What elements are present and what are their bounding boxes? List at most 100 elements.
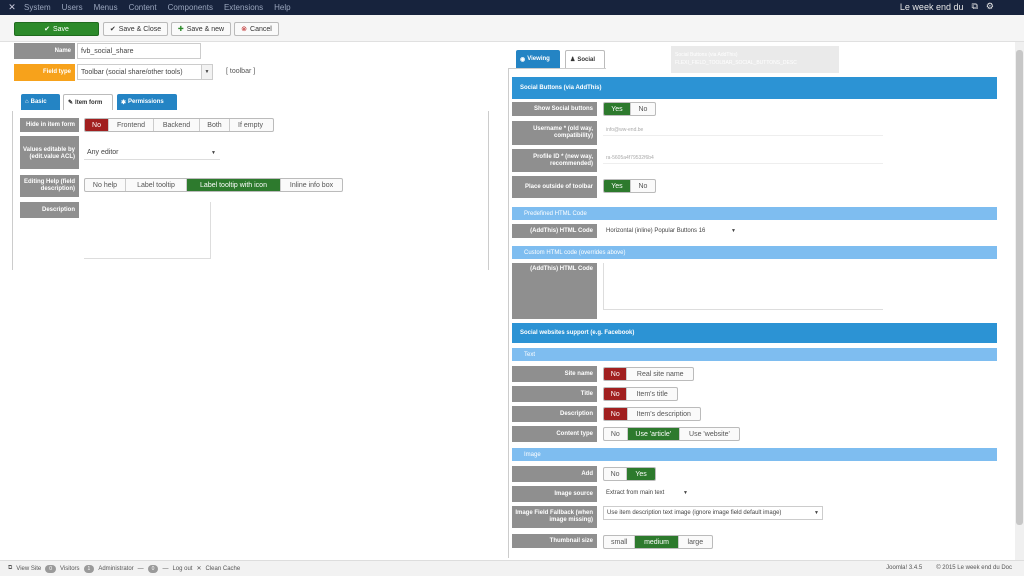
tab-permissions[interactable]: ✱ Permissions [117, 94, 177, 110]
custom-html-header: Custom HTML code (overrides above) [512, 246, 997, 259]
hide-option-if-empty[interactable]: If empty [230, 119, 271, 131]
title-item[interactable]: Item's title [627, 388, 677, 400]
hide-option-backend[interactable]: Backend [154, 119, 200, 131]
field-type-select[interactable]: Toolbar (social share/other tools) ▼ [77, 64, 213, 80]
help-option-label-tooltip[interactable]: Label tooltip [126, 179, 187, 191]
logout-link[interactable]: Log out [172, 566, 192, 572]
show-social-no[interactable]: No [631, 103, 655, 115]
editing-help-toggle[interactable]: No help Label tooltip Label tooltip with… [84, 178, 343, 192]
save-close-button[interactable]: ✔ Save & Close [103, 22, 168, 36]
page-scrollbar[interactable] [1015, 42, 1024, 560]
administrator-link[interactable]: Administrator [98, 566, 133, 572]
description-textarea[interactable] [84, 202, 211, 259]
top-navbar: ✕ System Users Menus Content Components … [0, 0, 1024, 15]
show-social-yes[interactable]: Yes [604, 103, 631, 115]
help-option-inline-box[interactable]: Inline info box [281, 179, 342, 191]
chevron-down-icon: ▼ [731, 228, 736, 234]
chevron-down-icon: ▼ [814, 510, 819, 516]
menu-system[interactable]: System [24, 3, 51, 12]
field-type-suffix: [ toolbar ] [226, 68, 256, 75]
status-bar: ⧉ View Site 0 Visitors 1 Administrator —… [0, 560, 1024, 576]
title-no[interactable]: No [604, 388, 628, 400]
chevron-down-icon: ▼ [201, 65, 212, 79]
add-image-no[interactable]: No [604, 468, 628, 480]
menu-components[interactable]: Components [168, 3, 213, 12]
username-input[interactable]: info@ww-end.be [603, 124, 883, 136]
cancel-button[interactable]: ⊗ Cancel [234, 22, 279, 36]
add-label: Add [512, 466, 597, 482]
place-outside-yes[interactable]: Yes [604, 180, 631, 192]
hide-option-frontend[interactable]: Frontend [109, 119, 154, 131]
social-support-header: Social websites support (e.g. Facebook) [512, 323, 997, 343]
image-source-select[interactable]: Extract from main text ▼ [603, 486, 690, 500]
menu-users[interactable]: Users [62, 3, 83, 12]
divider: — [137, 565, 144, 572]
site-name-no[interactable]: No [604, 368, 628, 380]
admin-badge: 1 [83, 564, 95, 573]
username-label: Username * (old way, compatibility) [512, 121, 597, 145]
description-toggle[interactable]: No Item's description [603, 407, 701, 421]
hide-option-both[interactable]: Both [200, 119, 230, 131]
image-fallback-label: Image Field Fallback (when image missing… [512, 506, 597, 528]
menu-menus[interactable]: Menus [94, 3, 118, 12]
tab-social[interactable]: ♟ Social [565, 50, 605, 68]
hide-in-form-toggle[interactable]: No Frontend Backend Both If empty [84, 118, 274, 132]
profile-id-input[interactable]: ra-5605a4f79532f6b4 [603, 152, 883, 164]
menu-extensions[interactable]: Extensions [224, 3, 263, 12]
main-menu: System Users Menus Content Components Ex… [24, 3, 291, 12]
content-type-toggle[interactable]: No Use 'article' Use 'website' [603, 427, 740, 441]
site-name-link[interactable]: Le week end du [900, 2, 964, 12]
title-toggle[interactable]: No Item's title [603, 387, 678, 401]
content-type-no[interactable]: No [604, 428, 628, 440]
content-type-website[interactable]: Use 'website' [680, 428, 739, 440]
content-type-article[interactable]: Use 'article' [627, 428, 680, 440]
description-item[interactable]: Item's description [628, 408, 700, 420]
toolbar: ✔ Save ✔ Save & Close ✚ Save & new ⊗ Cancel [0, 15, 1024, 42]
thumbnail-small[interactable]: small [604, 536, 636, 548]
help-option-no-help[interactable]: No help [85, 179, 126, 191]
clean-cache-link[interactable]: Clean Cache [206, 566, 241, 572]
view-site-link[interactable]: View Site [16, 566, 41, 572]
field-type-label: Field type [14, 64, 75, 81]
visitors-link[interactable]: Visitors [60, 566, 80, 572]
messages-badge: 0 [147, 564, 159, 573]
edit-icon: ✎ [68, 100, 74, 106]
editable-by-select[interactable]: Any editor ▼ [84, 146, 220, 160]
thumbnail-large[interactable]: large [679, 536, 712, 548]
add-image-yes[interactable]: Yes [627, 468, 655, 480]
menu-help[interactable]: Help [274, 3, 290, 12]
tab-item-form[interactable]: ✎ Item form [63, 94, 113, 110]
clean-cache-icon: ✕ [196, 566, 202, 572]
save-new-button[interactable]: ✚ Save & new [171, 22, 231, 36]
thumbnail-size-label: Thumbnail size [512, 534, 597, 548]
joomla-logo-icon[interactable]: ✕ [0, 2, 24, 13]
menu-content[interactable]: Content [129, 3, 157, 12]
add-image-toggle[interactable]: No Yes [603, 467, 656, 481]
thumbnail-medium[interactable]: medium [635, 536, 679, 548]
tab-basic[interactable]: ⌂ Basic [21, 94, 60, 110]
show-social-toggle[interactable]: Yes No [603, 102, 656, 116]
site-name-label: Site name [512, 366, 597, 382]
image-fallback-select[interactable]: Use item description text image (ignore … [603, 506, 823, 520]
help-option-tooltip-icon[interactable]: Label tooltip with icon [187, 179, 281, 191]
custom-html-textarea[interactable] [603, 263, 883, 310]
external-link-icon[interactable]: ⧉ [971, 1, 977, 12]
site-name-toggle[interactable]: No Real site name [603, 367, 694, 381]
gear-icon[interactable]: ⚙ [986, 1, 994, 12]
place-outside-toggle[interactable]: Yes No [603, 179, 656, 193]
content-type-label: Content type [512, 426, 597, 442]
save-button[interactable]: ✔ Save [14, 22, 99, 36]
tab-viewing[interactable]: ◉ Viewing [516, 50, 560, 68]
scrollbar-thumb[interactable] [1016, 50, 1023, 525]
version-text: Joomla! 3.4.5 [886, 565, 923, 571]
thumbnail-size-toggle[interactable]: small medium large [603, 535, 713, 549]
users-icon: ♟ [570, 57, 576, 63]
hide-option-no[interactable]: No [85, 119, 109, 131]
name-input[interactable]: fvb_social_share [77, 43, 201, 59]
left-panel-border [12, 111, 13, 270]
site-name-real[interactable]: Real site name [627, 368, 693, 380]
addthis-html-select[interactable]: Horizontal (inline) Popular Buttons 16 ▼ [603, 224, 738, 238]
status-right: Joomla! 3.4.5 © 2015 Le week end du Doc [886, 565, 1012, 571]
description-no[interactable]: No [604, 408, 628, 420]
place-outside-no[interactable]: No [631, 180, 655, 192]
